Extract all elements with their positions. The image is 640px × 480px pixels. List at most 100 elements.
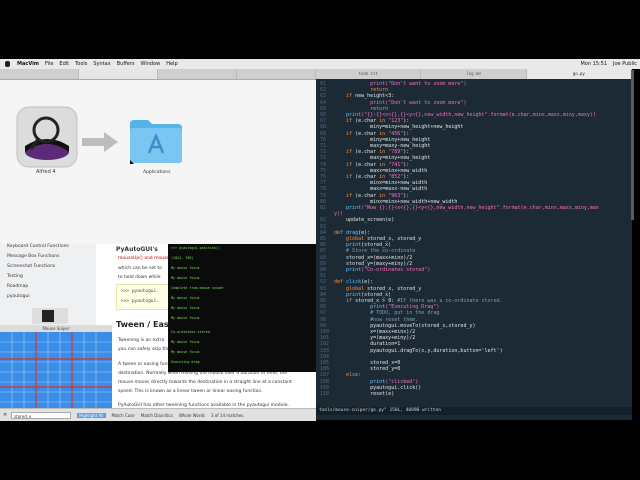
code-line[interactable]: 103 pyautogui.dragTo(x,y,duration,button…	[320, 348, 503, 354]
code-line[interactable]: 106 stored_y=0	[320, 366, 400, 372]
code-line[interactable]: 72 if (e.char in "789"):	[320, 149, 409, 155]
sidebar-item-roadmap[interactable]: Roadmap	[7, 284, 28, 289]
left-tab-2[interactable]	[79, 69, 158, 79]
code-line[interactable]: 69 if (e.char in "456"):	[320, 131, 409, 137]
code-line[interactable]: 63 if new_height<3:	[320, 93, 394, 99]
menu-app-name[interactable]: MacVim	[14, 61, 42, 67]
mouse-sniper-grid-window[interactable]: Mouse Sniper	[0, 325, 112, 415]
applications-folder-icon[interactable]	[128, 118, 184, 164]
sidebar-item-message-box[interactable]: Message Box Functions	[7, 254, 59, 259]
sidebar-widget-icon	[42, 310, 54, 322]
find-input[interactable]: stored_x	[11, 411, 72, 419]
code-line[interactable]: 80 minx=minx+new_width+new_width	[320, 199, 457, 205]
match-case-toggle[interactable]: Match Case	[112, 413, 135, 418]
user-name[interactable]: Joe Public	[610, 61, 640, 67]
code-line[interactable]: 100 x=(maxx+minx)/2	[320, 329, 415, 335]
code-line[interactable]: 107 else:	[320, 372, 361, 378]
menu-edit[interactable]: Edit	[56, 61, 72, 67]
code-line[interactable]: 105 stored_x=0	[320, 360, 400, 366]
code-token: y=(maxy+miny)/2	[334, 335, 416, 342]
code-line[interactable]: 67 if (e.char in "123"):	[320, 118, 409, 124]
line-number: 72	[320, 149, 327, 156]
code-line[interactable]: 66 print("{}:{}<x<{},{}<y<{},new_width,n…	[320, 112, 596, 118]
code-line[interactable]: 85 global stored_x, stored_y	[320, 236, 421, 242]
code-line[interactable]: 73 maxy=miny+new_height	[320, 155, 430, 161]
alfred-app-icon[interactable]	[16, 106, 78, 168]
code-line[interactable]: y))	[320, 211, 343, 217]
vim-window[interactable]: todo.txt log.md go.py 61 print("Don't wa…	[316, 69, 632, 420]
code-line[interactable]: 78 maxx=maxx-new_width	[320, 186, 427, 192]
menu-window[interactable]: Window	[138, 61, 164, 67]
terminal-line: Complete from mouse sniper	[171, 286, 225, 290]
code-line[interactable]: 94 print(stored_x)	[320, 292, 391, 298]
clock[interactable]: Mon 15:51	[577, 61, 610, 67]
left-tab-3[interactable]	[158, 69, 237, 79]
match-diacritics-toggle[interactable]: Match Diacritics	[141, 413, 173, 418]
code-line[interactable]: 90 print("Co-ordinates stored")	[320, 267, 430, 273]
code-line[interactable]: 81 print("Now {}:{}<x<{},{}<y<{},new_wid…	[320, 205, 599, 211]
code-editor[interactable]: 61 print("Don't want to zoom more") 62 re…	[316, 81, 632, 407]
code-line[interactable]: 77 minx=minx+new_width	[320, 180, 427, 186]
code-line[interactable]: 87 # Store the co-ordinate	[320, 248, 415, 254]
menu-tools[interactable]: Tools	[72, 61, 90, 67]
code-line[interactable]: 92 def click(e):	[320, 279, 373, 285]
code-line[interactable]: 102 duration=1	[320, 341, 400, 347]
code-line[interactable]: 95 if stored_x > 0: #If there was a co-o…	[320, 298, 503, 304]
code-line[interactable]: 79 if (e.char in "963"):	[320, 193, 409, 199]
code-line[interactable]: 101 y=(maxy+miny)/2	[320, 335, 415, 341]
code-line[interactable]: 71 maxy=maxy-new_height	[320, 143, 430, 149]
terminal-window[interactable]: >>> pyautogui.position() (1024, 768) My …	[168, 244, 316, 372]
vim-tab-active[interactable]: go.py	[526, 69, 632, 79]
code-line[interactable]: 96 print("Executing Drag")	[320, 304, 439, 310]
code-line[interactable]: 88 stored_x=(maxx+minx)/2	[320, 255, 412, 261]
code-token: print	[334, 291, 362, 298]
code-line[interactable]: 76 if (e.char in "852"):	[320, 174, 409, 180]
code-line[interactable]: 108 print("clicked")	[320, 379, 418, 385]
vim-tab[interactable]: log.md	[421, 69, 527, 79]
menu-buffers[interactable]: Buffers	[114, 61, 138, 67]
line-number: 107	[320, 372, 330, 379]
left-tab-4[interactable]	[237, 69, 316, 79]
code-token: def	[334, 279, 347, 286]
code-line[interactable]: 74 if (e.char in "741"):	[320, 162, 409, 168]
code-line[interactable]: 98 #now reset them.	[320, 317, 418, 323]
code-token: x=(maxx+minx)/2	[334, 329, 416, 335]
code-line[interactable]: 68 miny=miny+new_height+new_height	[320, 124, 463, 130]
sidebar-item-pyautogui[interactable]: pyautogui	[7, 294, 30, 299]
vim-scrollbar[interactable]	[631, 70, 634, 220]
sidebar-item-testing[interactable]: Testing	[7, 274, 23, 279]
code-line[interactable]: 89 stored_y=(maxy+miny)/2	[320, 261, 412, 267]
code-line[interactable]: 110 reset(e)	[320, 391, 394, 397]
code-line[interactable]: 82 update_screen(e)	[320, 217, 394, 223]
code-token: if	[334, 298, 356, 304]
code-line[interactable]: 91	[320, 273, 334, 279]
code-line[interactable]: 97 # TODO, put in the drag	[320, 310, 439, 316]
whole-words-toggle[interactable]: Whole Words	[179, 413, 205, 418]
apple-icon[interactable]	[5, 61, 10, 67]
code-line[interactable]: 70 miny=miny+new_height	[320, 137, 430, 143]
highlight-all-toggle[interactable]: Highlight All	[77, 412, 106, 418]
menu-syntax[interactable]: Syntax	[90, 61, 113, 67]
code-line[interactable]: 61 print("Don't want to zoom more")	[320, 81, 466, 87]
code-line[interactable]: 104	[320, 354, 334, 360]
sidebar-item-screenshot[interactable]: Screenshot Functions	[7, 264, 55, 269]
code-line[interactable]: 75 maxx=minx+new_width	[320, 168, 427, 174]
code-line[interactable]: 65 return	[320, 106, 388, 112]
code-line[interactable]: 64 print("Don't want to zoom more")	[320, 100, 466, 106]
sidebar-item-keyboard[interactable]: Keyboard Control Functions	[7, 244, 69, 249]
line-number: 94	[320, 291, 327, 298]
left-tab-1[interactable]	[0, 69, 79, 79]
code-line[interactable]: 62 return	[320, 87, 388, 93]
menu-file[interactable]: File	[42, 61, 56, 67]
code-line[interactable]: 109 pyautogui.click()	[320, 385, 421, 391]
code-line[interactable]: 99 pyautogui.moveTo(stored_x,stored_y)	[320, 323, 475, 329]
vim-tab[interactable]: todo.txt	[316, 69, 422, 79]
code-line[interactable]: 93 global stored_x, stored_y	[320, 286, 421, 292]
code-line[interactable]: 83	[320, 224, 334, 230]
line-number: 67	[320, 118, 327, 125]
code-line[interactable]: 86 print(stored_x)	[320, 242, 391, 248]
close-icon[interactable]: ✕	[3, 412, 7, 418]
code-line[interactable]: 84 def drag(e):	[320, 230, 370, 236]
menu-help[interactable]: Help	[163, 61, 180, 67]
code-token: return	[334, 105, 389, 112]
